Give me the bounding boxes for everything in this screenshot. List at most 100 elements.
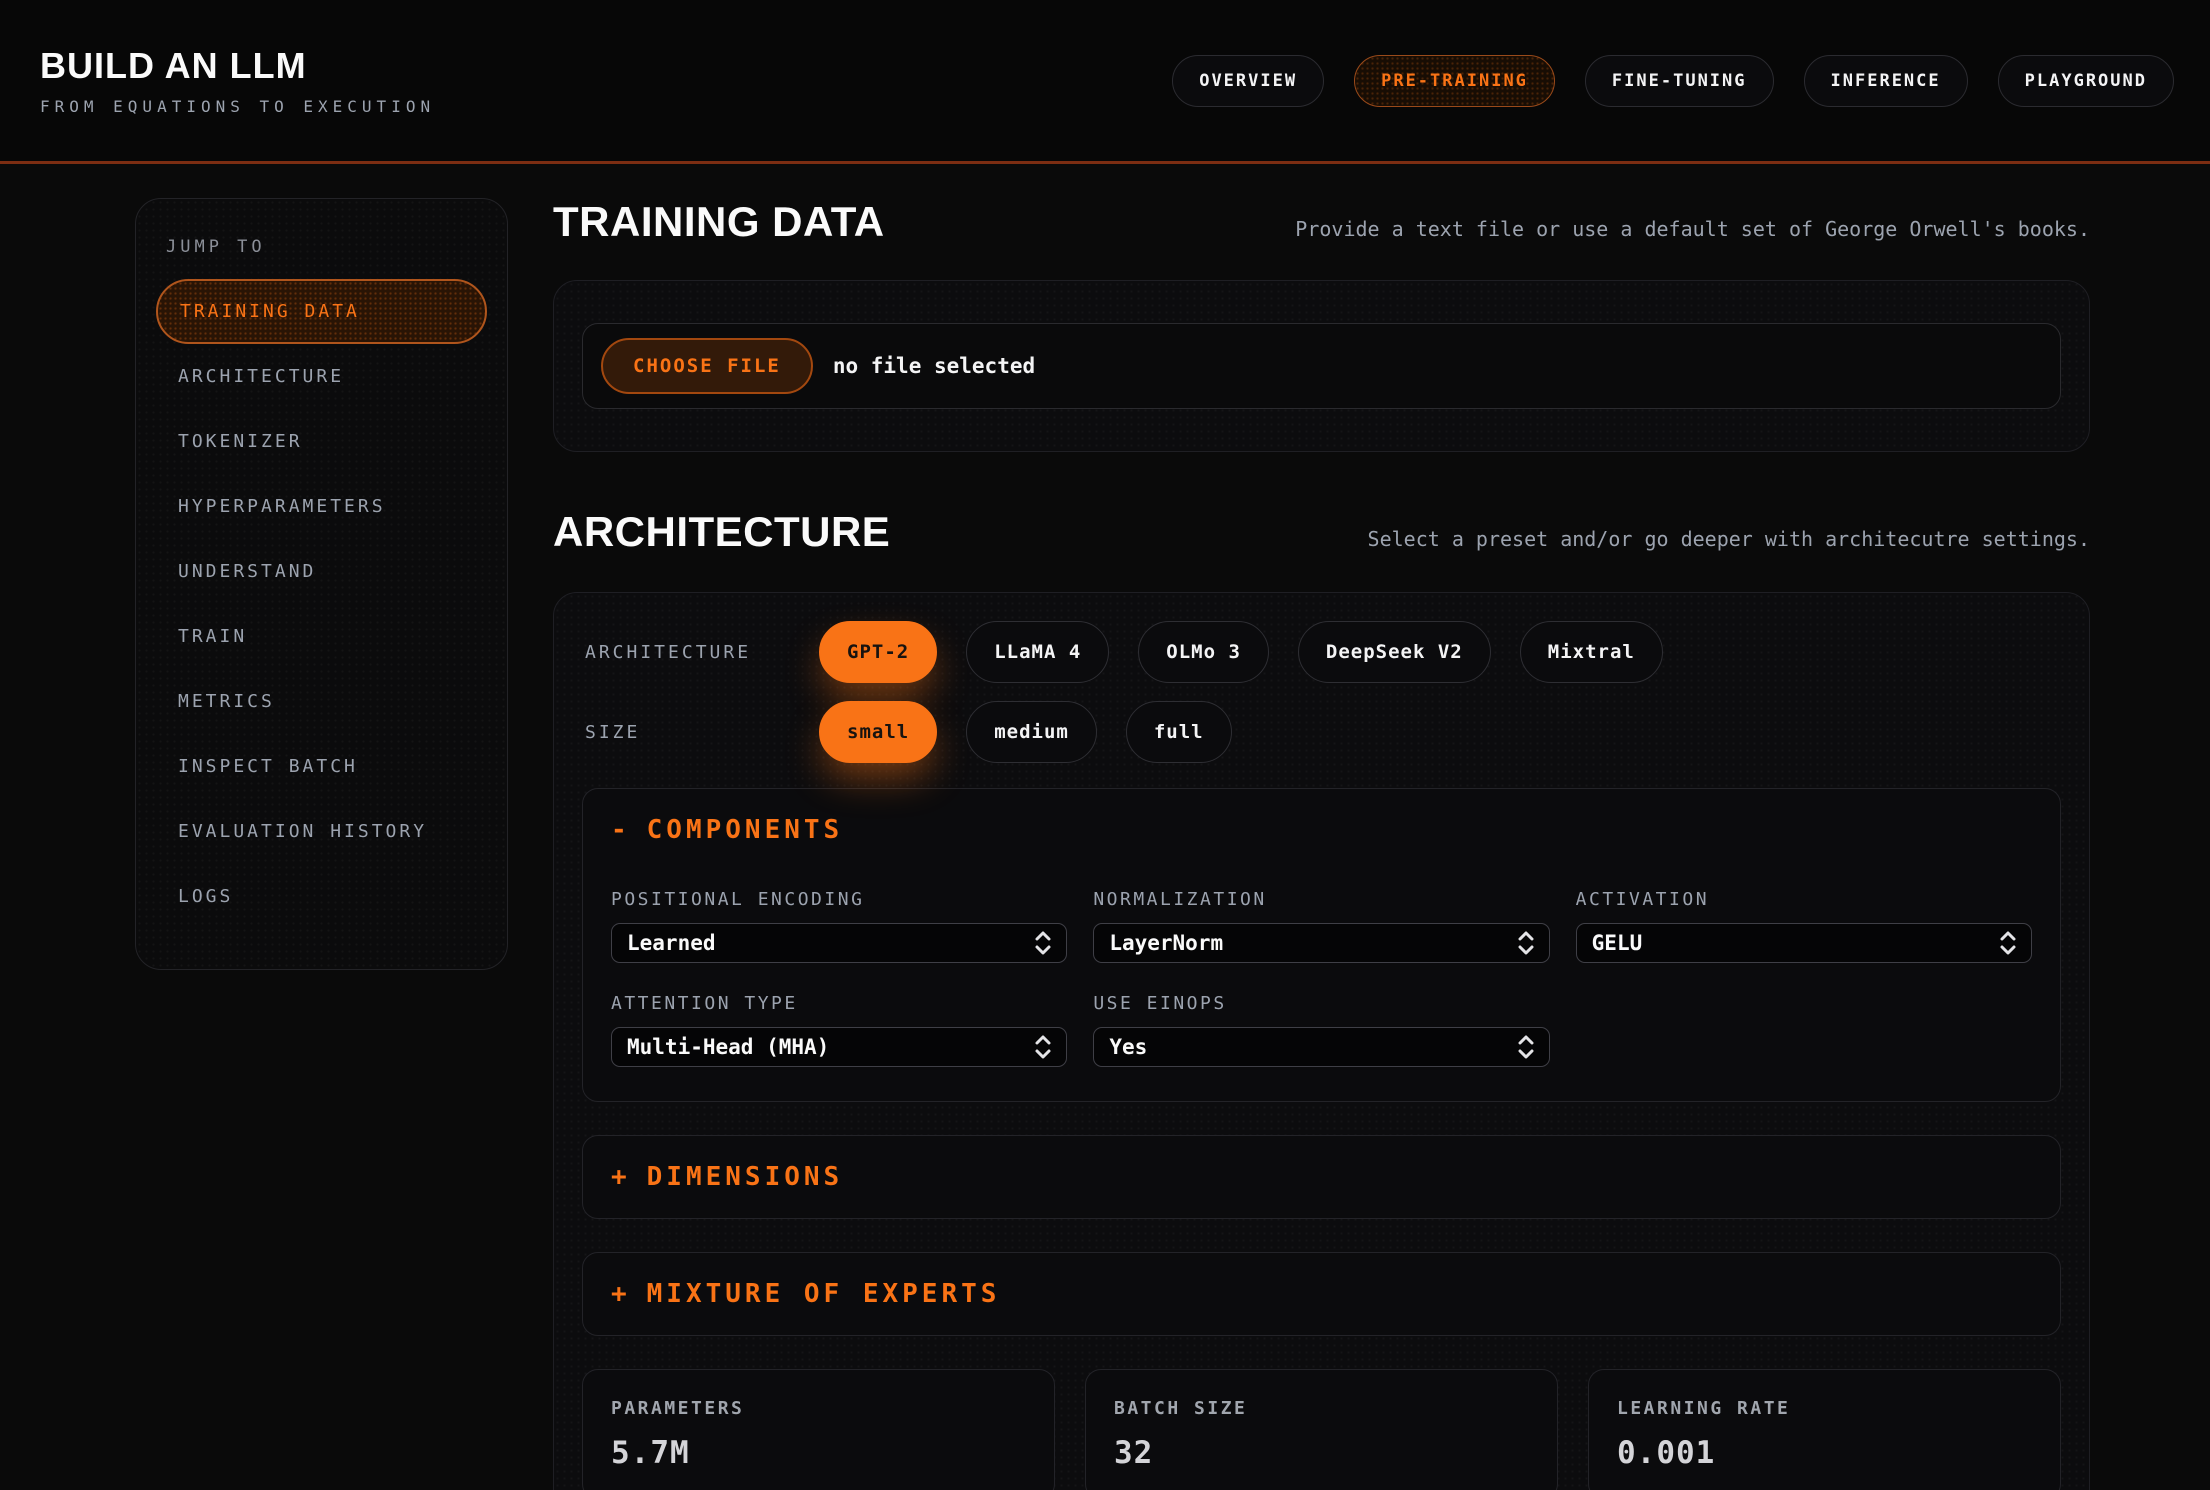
field-activation: ACTIVATION GELU bbox=[1576, 889, 2032, 963]
select-chevron-icon bbox=[1517, 930, 1535, 956]
components-panel: - COMPONENTS POSITIONAL ENCODING Learned bbox=[582, 788, 2061, 1102]
size-button-medium[interactable]: medium bbox=[966, 701, 1097, 763]
architecture-title: ARCHITECTURE bbox=[553, 508, 890, 556]
sidebar-item-evaluation-history[interactable]: EVALUATION HISTORY bbox=[156, 799, 487, 864]
expand-plus-icon: + bbox=[611, 1279, 631, 1309]
architecture-card: ARCHITECTURE GPT-2 LLaMA 4 OLMo 3 DeepSe… bbox=[553, 592, 2090, 1490]
components-title: COMPONENTS bbox=[647, 815, 844, 845]
use-einops-value: Yes bbox=[1109, 1035, 1147, 1059]
preset-button-gpt-2[interactable]: GPT-2 bbox=[819, 621, 937, 683]
use-einops-select[interactable]: Yes bbox=[1093, 1027, 1549, 1067]
activation-select[interactable]: GELU bbox=[1576, 923, 2032, 963]
sidebar-heading: JUMP TO bbox=[156, 231, 487, 279]
sidebar-item-understand[interactable]: UNDERSTAND bbox=[156, 539, 487, 604]
size-row: SIZE small medium full bbox=[582, 701, 2061, 763]
sidebar-item-architecture[interactable]: ARCHITECTURE bbox=[156, 344, 487, 409]
normalization-select[interactable]: LayerNorm bbox=[1093, 923, 1549, 963]
size-label: SIZE bbox=[582, 722, 819, 743]
attention-type-label: ATTENTION TYPE bbox=[611, 993, 1067, 1014]
training-data-description: Provide a text file or use a default set… bbox=[1295, 217, 2090, 241]
app-root: BUILD AN LLM FROM EQUATIONS TO EXECUTION… bbox=[0, 0, 2210, 1490]
parameters-value: 5.7M bbox=[611, 1435, 1026, 1471]
parameters-label: PARAMETERS bbox=[611, 1398, 1026, 1419]
dimensions-panel: + DIMENSIONS bbox=[582, 1135, 2061, 1219]
activation-label: ACTIVATION bbox=[1576, 889, 2032, 910]
components-fields: POSITIONAL ENCODING Learned NORMALIZATIO… bbox=[611, 889, 2032, 1067]
positional-encoding-value: Learned bbox=[627, 931, 716, 955]
dimensions-title: DIMENSIONS bbox=[647, 1162, 844, 1192]
field-positional-encoding: POSITIONAL ENCODING Learned bbox=[611, 889, 1067, 963]
learning-rate-label: LEARNING RATE bbox=[1617, 1398, 2032, 1419]
batch-size-value: 32 bbox=[1114, 1435, 1529, 1471]
stat-card-parameters: PARAMETERS 5.7M bbox=[582, 1369, 1055, 1490]
page-layout: JUMP TO TRAINING DATA ARCHITECTURE TOKEN… bbox=[0, 164, 2210, 1490]
mixture-of-experts-title: MIXTURE OF EXPERTS bbox=[647, 1279, 1001, 1309]
stat-card-batch-size: BATCH SIZE 32 bbox=[1085, 1369, 1558, 1490]
choose-file-button[interactable]: CHOOSE FILE bbox=[601, 338, 813, 394]
architecture-description: Select a preset and/or go deeper with ar… bbox=[1368, 527, 2090, 551]
nav-tab-fine-tuning[interactable]: FINE-TUNING bbox=[1585, 55, 1774, 107]
sidebar-item-metrics[interactable]: METRICS bbox=[156, 669, 487, 734]
size-group: small medium full bbox=[819, 701, 1232, 763]
normalization-value: LayerNorm bbox=[1109, 931, 1223, 955]
jump-to-sidebar: JUMP TO TRAINING DATA ARCHITECTURE TOKEN… bbox=[135, 198, 508, 970]
training-data-header: TRAINING DATA Provide a text file or use… bbox=[553, 198, 2090, 246]
size-button-full[interactable]: full bbox=[1126, 701, 1232, 763]
dimensions-toggle[interactable]: + DIMENSIONS bbox=[611, 1162, 2032, 1192]
training-data-section: TRAINING DATA Provide a text file or use… bbox=[553, 198, 2090, 452]
nav-tab-playground[interactable]: PLAYGROUND bbox=[1998, 55, 2174, 107]
components-toggle[interactable]: - COMPONENTS bbox=[611, 815, 2032, 845]
app-header: BUILD AN LLM FROM EQUATIONS TO EXECUTION… bbox=[0, 0, 2210, 164]
nav-tab-pre-training[interactable]: PRE-TRAINING bbox=[1354, 55, 1555, 107]
training-data-card: CHOOSE FILE no file selected bbox=[553, 280, 2090, 452]
stat-card-learning-rate: LEARNING RATE 0.001 bbox=[1588, 1369, 2061, 1490]
positional-encoding-select[interactable]: Learned bbox=[611, 923, 1067, 963]
sidebar-item-inspect-batch[interactable]: INSPECT BATCH bbox=[156, 734, 487, 799]
use-einops-label: USE EINOPS bbox=[1093, 993, 1549, 1014]
mixture-of-experts-toggle[interactable]: + MIXTURE OF EXPERTS bbox=[611, 1279, 2032, 1309]
collapse-minus-icon: - bbox=[611, 815, 631, 845]
architecture-section: ARCHITECTURE Select a preset and/or go d… bbox=[553, 508, 2090, 1490]
top-nav: OVERVIEW PRE-TRAINING FINE-TUNING INFERE… bbox=[1172, 55, 2174, 107]
nav-tab-inference[interactable]: INFERENCE bbox=[1804, 55, 1968, 107]
app-title: BUILD AN LLM bbox=[40, 45, 435, 87]
preset-button-olmo-3[interactable]: OLMo 3 bbox=[1138, 621, 1269, 683]
stats-row: PARAMETERS 5.7M BATCH SIZE 32 LEARNING R… bbox=[582, 1369, 2061, 1490]
positional-encoding-label: POSITIONAL ENCODING bbox=[611, 889, 1067, 910]
sidebar-item-train[interactable]: TRAIN bbox=[156, 604, 487, 669]
activation-value: GELU bbox=[1592, 931, 1643, 955]
normalization-label: NORMALIZATION bbox=[1093, 889, 1549, 910]
training-data-title: TRAINING DATA bbox=[553, 198, 885, 246]
main-content: TRAINING DATA Provide a text file or use… bbox=[553, 198, 2090, 1490]
architecture-header: ARCHITECTURE Select a preset and/or go d… bbox=[553, 508, 2090, 556]
sidebar-item-logs[interactable]: LOGS bbox=[156, 864, 487, 929]
sidebar-item-tokenizer[interactable]: TOKENIZER bbox=[156, 409, 487, 474]
architecture-preset-group: GPT-2 LLaMA 4 OLMo 3 DeepSeek V2 Mixtral bbox=[819, 621, 1663, 683]
field-attention-type: ATTENTION TYPE Multi-Head (MHA) bbox=[611, 993, 1067, 1067]
sidebar-item-hyperparameters[interactable]: HYPERPARAMETERS bbox=[156, 474, 487, 539]
brand: BUILD AN LLM FROM EQUATIONS TO EXECUTION bbox=[40, 45, 435, 116]
expand-plus-icon: + bbox=[611, 1162, 631, 1192]
select-chevron-icon bbox=[1034, 1034, 1052, 1060]
select-chevron-icon bbox=[1517, 1034, 1535, 1060]
attention-type-value: Multi-Head (MHA) bbox=[627, 1035, 829, 1059]
preset-button-mixtral[interactable]: Mixtral bbox=[1520, 621, 1663, 683]
mixture-of-experts-panel: + MIXTURE OF EXPERTS bbox=[582, 1252, 2061, 1336]
app-subtitle: FROM EQUATIONS TO EXECUTION bbox=[40, 97, 435, 116]
attention-type-select[interactable]: Multi-Head (MHA) bbox=[611, 1027, 1067, 1067]
preset-button-llama-4[interactable]: LLaMA 4 bbox=[966, 621, 1109, 683]
select-chevron-icon bbox=[1034, 930, 1052, 956]
sidebar-item-training-data[interactable]: TRAINING DATA bbox=[156, 279, 487, 344]
preset-button-deepseek-v2[interactable]: DeepSeek V2 bbox=[1298, 621, 1491, 683]
file-input-box: CHOOSE FILE no file selected bbox=[582, 323, 2061, 409]
architecture-preset-label: ARCHITECTURE bbox=[582, 642, 819, 663]
nav-tab-overview[interactable]: OVERVIEW bbox=[1172, 55, 1324, 107]
size-button-small[interactable]: small bbox=[819, 701, 937, 763]
batch-size-label: BATCH SIZE bbox=[1114, 1398, 1529, 1419]
file-status-text: no file selected bbox=[833, 354, 1035, 378]
field-use-einops: USE EINOPS Yes bbox=[1093, 993, 1549, 1067]
learning-rate-value: 0.001 bbox=[1617, 1435, 2032, 1471]
field-normalization: NORMALIZATION LayerNorm bbox=[1093, 889, 1549, 963]
select-chevron-icon bbox=[1999, 930, 2017, 956]
architecture-preset-row: ARCHITECTURE GPT-2 LLaMA 4 OLMo 3 DeepSe… bbox=[582, 621, 2061, 683]
